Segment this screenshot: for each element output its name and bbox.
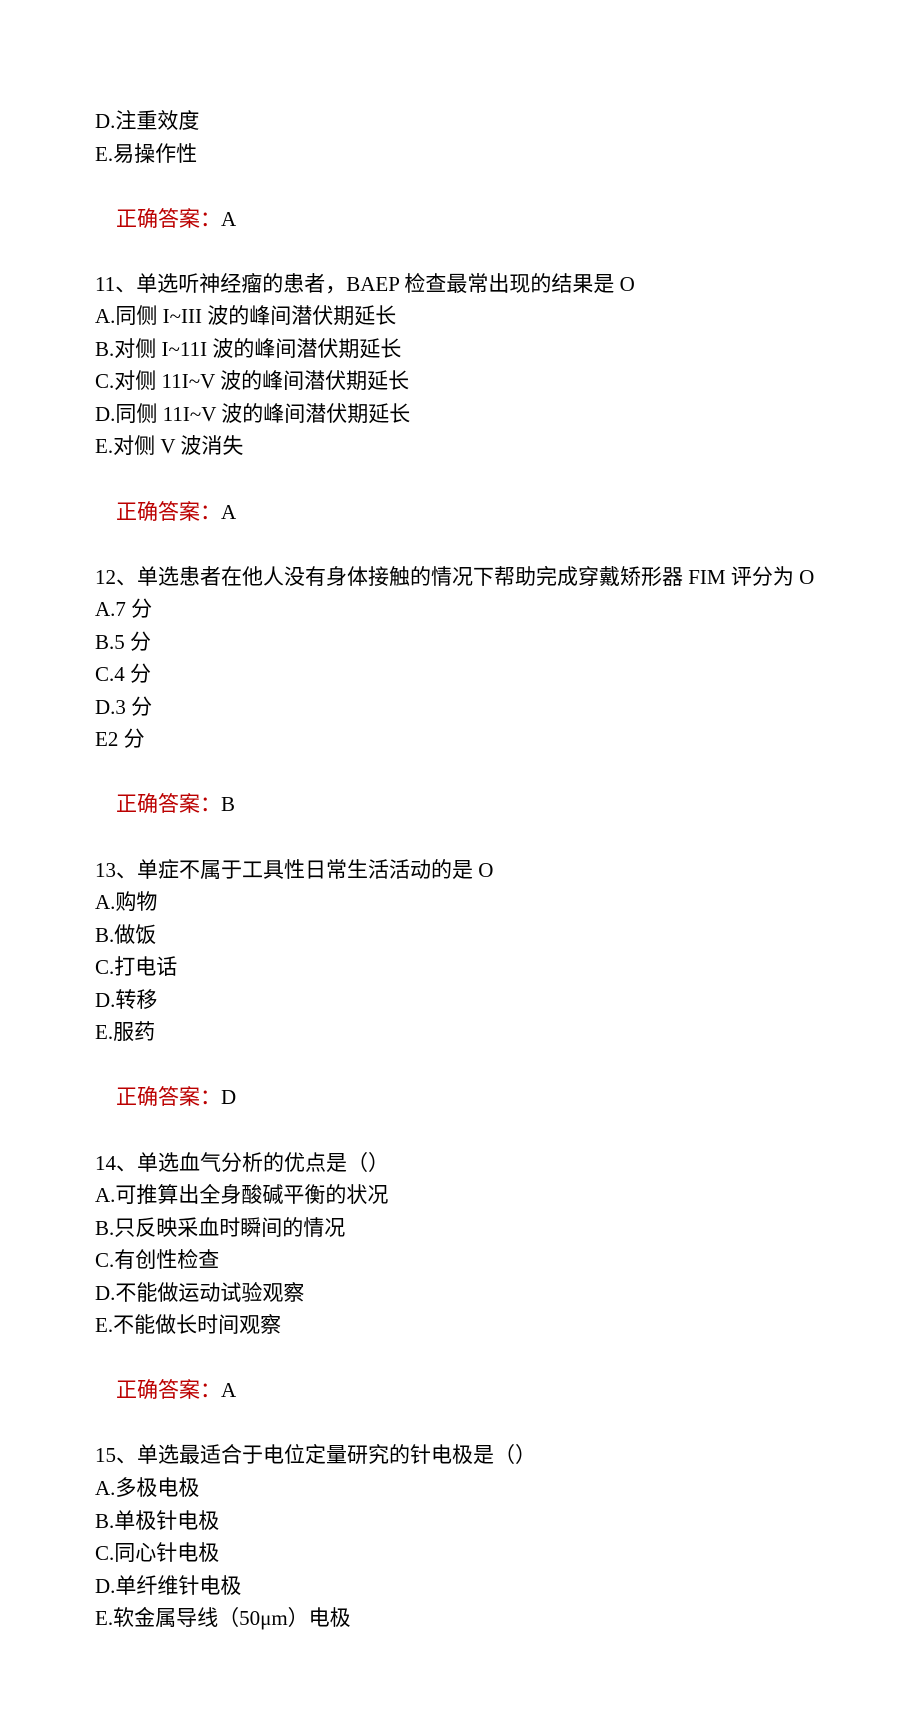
option-text: E.软金属导线（50μm）电极 bbox=[95, 1602, 840, 1635]
answer-line: 正确答案：A bbox=[95, 170, 840, 268]
answer-line: 正确答案：D bbox=[95, 1049, 840, 1147]
option-text: A.7 分 bbox=[95, 593, 840, 626]
answer-label: 正确答案： bbox=[116, 500, 221, 524]
document-page: D.注重效度 E.易操作性 正确答案：A 11、单选听神经瘤的患者，BAEP 检… bbox=[0, 0, 920, 1735]
option-text: C.对侧 11I~V 波的峰间潜伏期延长 bbox=[95, 365, 840, 398]
answer-label: 正确答案： bbox=[116, 1378, 221, 1402]
option-text: B.单极针电极 bbox=[95, 1505, 840, 1538]
answer-line: 正确答案：A bbox=[95, 463, 840, 561]
answer-value: A bbox=[221, 1378, 236, 1402]
question-stem: 15、单选最适合于电位定量研究的针电极是（） bbox=[95, 1439, 840, 1472]
option-text: B.做饭 bbox=[95, 919, 840, 952]
answer-label: 正确答案： bbox=[116, 207, 221, 231]
option-text: C.有创性检查 bbox=[95, 1244, 840, 1277]
option-text: C.同心针电极 bbox=[95, 1537, 840, 1570]
question-stem: 11、单选听神经瘤的患者，BAEP 检查最常出现的结果是 O bbox=[95, 268, 840, 301]
answer-label: 正确答案： bbox=[116, 792, 221, 816]
option-text: D.3 分 bbox=[95, 691, 840, 724]
answer-value: D bbox=[221, 1085, 236, 1109]
answer-value: A bbox=[221, 500, 236, 524]
option-text: E.不能做长时间观察 bbox=[95, 1309, 840, 1342]
answer-value: B bbox=[221, 792, 235, 816]
option-text: B.对侧 I~11I 波的峰间潜伏期延长 bbox=[95, 333, 840, 366]
answer-line: 正确答案：B bbox=[95, 756, 840, 854]
option-text: A.多极电极 bbox=[95, 1472, 840, 1505]
option-text: A.购物 bbox=[95, 886, 840, 919]
option-text: C.4 分 bbox=[95, 658, 840, 691]
option-text: E.易操作性 bbox=[95, 138, 840, 171]
option-text: D.同侧 11I~V 波的峰间潜伏期延长 bbox=[95, 398, 840, 431]
question-stem: 13、单症不属于工具性日常生活活动的是 O bbox=[95, 854, 840, 887]
option-text: D.单纤维针电极 bbox=[95, 1570, 840, 1603]
option-text: B.只反映采血时瞬间的情况 bbox=[95, 1212, 840, 1245]
answer-line: 正确答案：A bbox=[95, 1342, 840, 1440]
answer-label: 正确答案： bbox=[116, 1085, 221, 1109]
option-text: A.同侧 I~III 波的峰间潜伏期延长 bbox=[95, 300, 840, 333]
option-text: D.不能做运动试验观察 bbox=[95, 1277, 840, 1310]
option-text: D.转移 bbox=[95, 984, 840, 1017]
option-text: C.打电话 bbox=[95, 951, 840, 984]
option-text: D.注重效度 bbox=[95, 105, 840, 138]
question-stem: 12、单选患者在他人没有身体接触的情况下帮助完成穿戴矫形器 FIM 评分为 O bbox=[95, 561, 840, 594]
option-text: A.可推算出全身酸碱平衡的状况 bbox=[95, 1179, 840, 1212]
option-text: E.服药 bbox=[95, 1016, 840, 1049]
question-stem: 14、单选血气分析的优点是（） bbox=[95, 1147, 840, 1180]
answer-value: A bbox=[221, 207, 236, 231]
option-text: E2 分 bbox=[95, 723, 840, 756]
option-text: E.对侧 V 波消失 bbox=[95, 430, 840, 463]
option-text: B.5 分 bbox=[95, 626, 840, 659]
